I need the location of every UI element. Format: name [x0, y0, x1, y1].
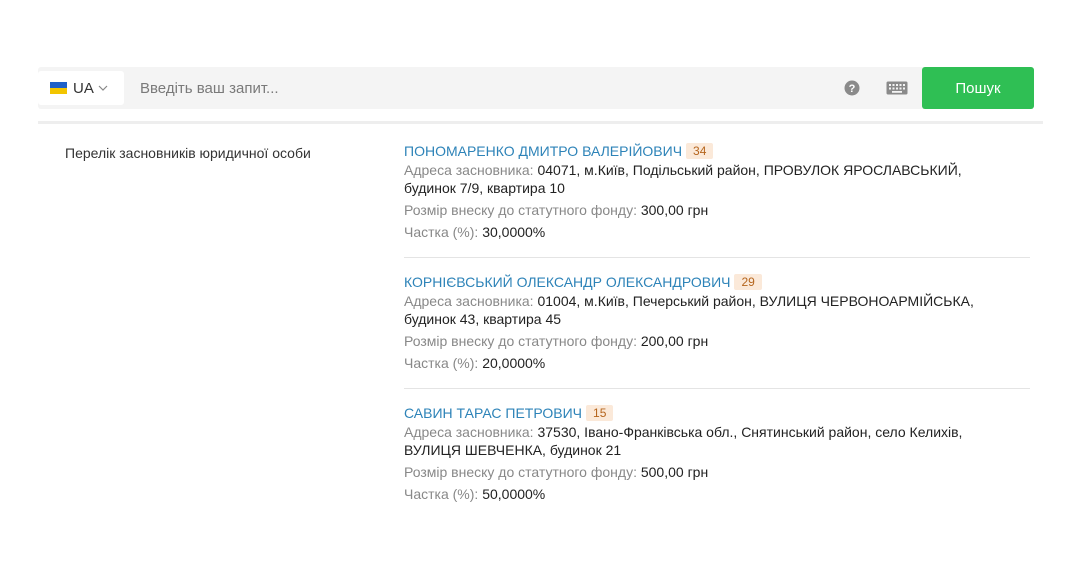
founder-share: Частка (%): 50,0000% [404, 485, 1030, 503]
svg-text:?: ? [849, 83, 856, 95]
section-label: Перелік засновників юридичної особи [65, 145, 311, 161]
contribution-value: 500,00 грн [640, 464, 709, 480]
ukraine-flag-icon [50, 82, 67, 94]
address-label: Адреса засновника: [404, 162, 534, 178]
search-button[interactable]: Пошук [922, 67, 1034, 109]
founder-contribution: Розмір внеску до статутного фонду: 200,0… [404, 332, 1030, 350]
founder-address: Адреса засновника: 01004, м.Київ, Печерс… [404, 292, 1030, 310]
founder-item: КОРНІЄВСЬКИЙ ОЛЕКСАНДР ОЛЕКСАНДРОВИЧ 29 … [404, 272, 1030, 389]
share-label: Частка (%): [404, 355, 479, 371]
contribution-label: Розмір внеску до статутного фонду: [404, 202, 637, 218]
share-value: 20,0000% [482, 355, 546, 371]
language-code: UA [73, 80, 94, 97]
address-label: Адреса засновника: [404, 424, 534, 440]
founder-address: Адреса засновника: 04071, м.Київ, Поділь… [404, 161, 1030, 179]
founder-name-link[interactable]: КОРНІЄВСЬКИЙ ОЛЕКСАНДР ОЛЕКСАНДРОВИЧ [404, 274, 730, 290]
contribution-label: Розмір внеску до статутного фонду: [404, 333, 637, 349]
founder-share: Частка (%): 20,0000% [404, 354, 1030, 372]
founder-contribution: Розмір внеску до статутного фонду: 500,0… [404, 463, 1030, 481]
contribution-value: 200,00 грн [640, 333, 709, 349]
address-line-1: 37530, Івано-Франківська обл., Снятинськ… [537, 424, 963, 440]
help-circle-icon[interactable]: ? [844, 80, 860, 96]
contribution-value: 300,00 грн [640, 202, 709, 218]
language-selector[interactable]: UA [38, 71, 124, 105]
founders-list: ПОНОМАРЕНКО ДМИТРО ВАЛЕРІЙОВИЧ 34 Адреса… [404, 141, 1030, 533]
age-badge: 29 [734, 274, 762, 290]
share-value: 50,0000% [482, 486, 546, 502]
age-badge: 34 [686, 143, 714, 159]
founder-share: Частка (%): 30,0000% [404, 223, 1030, 241]
address-line-1: 01004, м.Київ, Печерський район, ВУЛИЦЯ … [537, 293, 974, 309]
address-line-2: ВУЛИЦЯ ШЕВЧЕНКА, будинок 21 [404, 442, 622, 458]
keyboard-icon[interactable] [886, 80, 908, 96]
address-line-2: будинок 43, квартира 45 [404, 311, 562, 327]
share-label: Частка (%): [404, 486, 479, 502]
founder-item: ПОНОМАРЕНКО ДМИТРО ВАЛЕРІЙОВИЧ 34 Адреса… [404, 141, 1030, 258]
age-badge: 15 [586, 405, 614, 421]
founder-name-link[interactable]: САВИН ТАРАС ПЕТРОВИЧ [404, 405, 582, 421]
founder-contribution: Розмір внеску до статутного фонду: 300,0… [404, 201, 1030, 219]
address-line-2: будинок 7/9, квартира 10 [404, 180, 565, 196]
search-bar: UA ? Пошук [38, 67, 1034, 109]
founder-address: Адреса засновника: 37530, Івано-Франківс… [404, 423, 1030, 441]
address-label: Адреса засновника: [404, 293, 534, 309]
contribution-label: Розмір внеску до статутного фонду: [404, 464, 637, 480]
search-input[interactable] [132, 73, 828, 103]
share-label: Частка (%): [404, 224, 479, 240]
founder-item: САВИН ТАРАС ПЕТРОВИЧ 15 Адреса засновник… [404, 403, 1030, 519]
chevron-down-icon [98, 85, 108, 91]
header-divider [38, 121, 1043, 124]
address-line-1: 04071, м.Київ, Подільський район, ПРОВУЛ… [537, 162, 962, 178]
share-value: 30,0000% [482, 224, 546, 240]
founder-name-link[interactable]: ПОНОМАРЕНКО ДМИТРО ВАЛЕРІЙОВИЧ [404, 143, 682, 159]
